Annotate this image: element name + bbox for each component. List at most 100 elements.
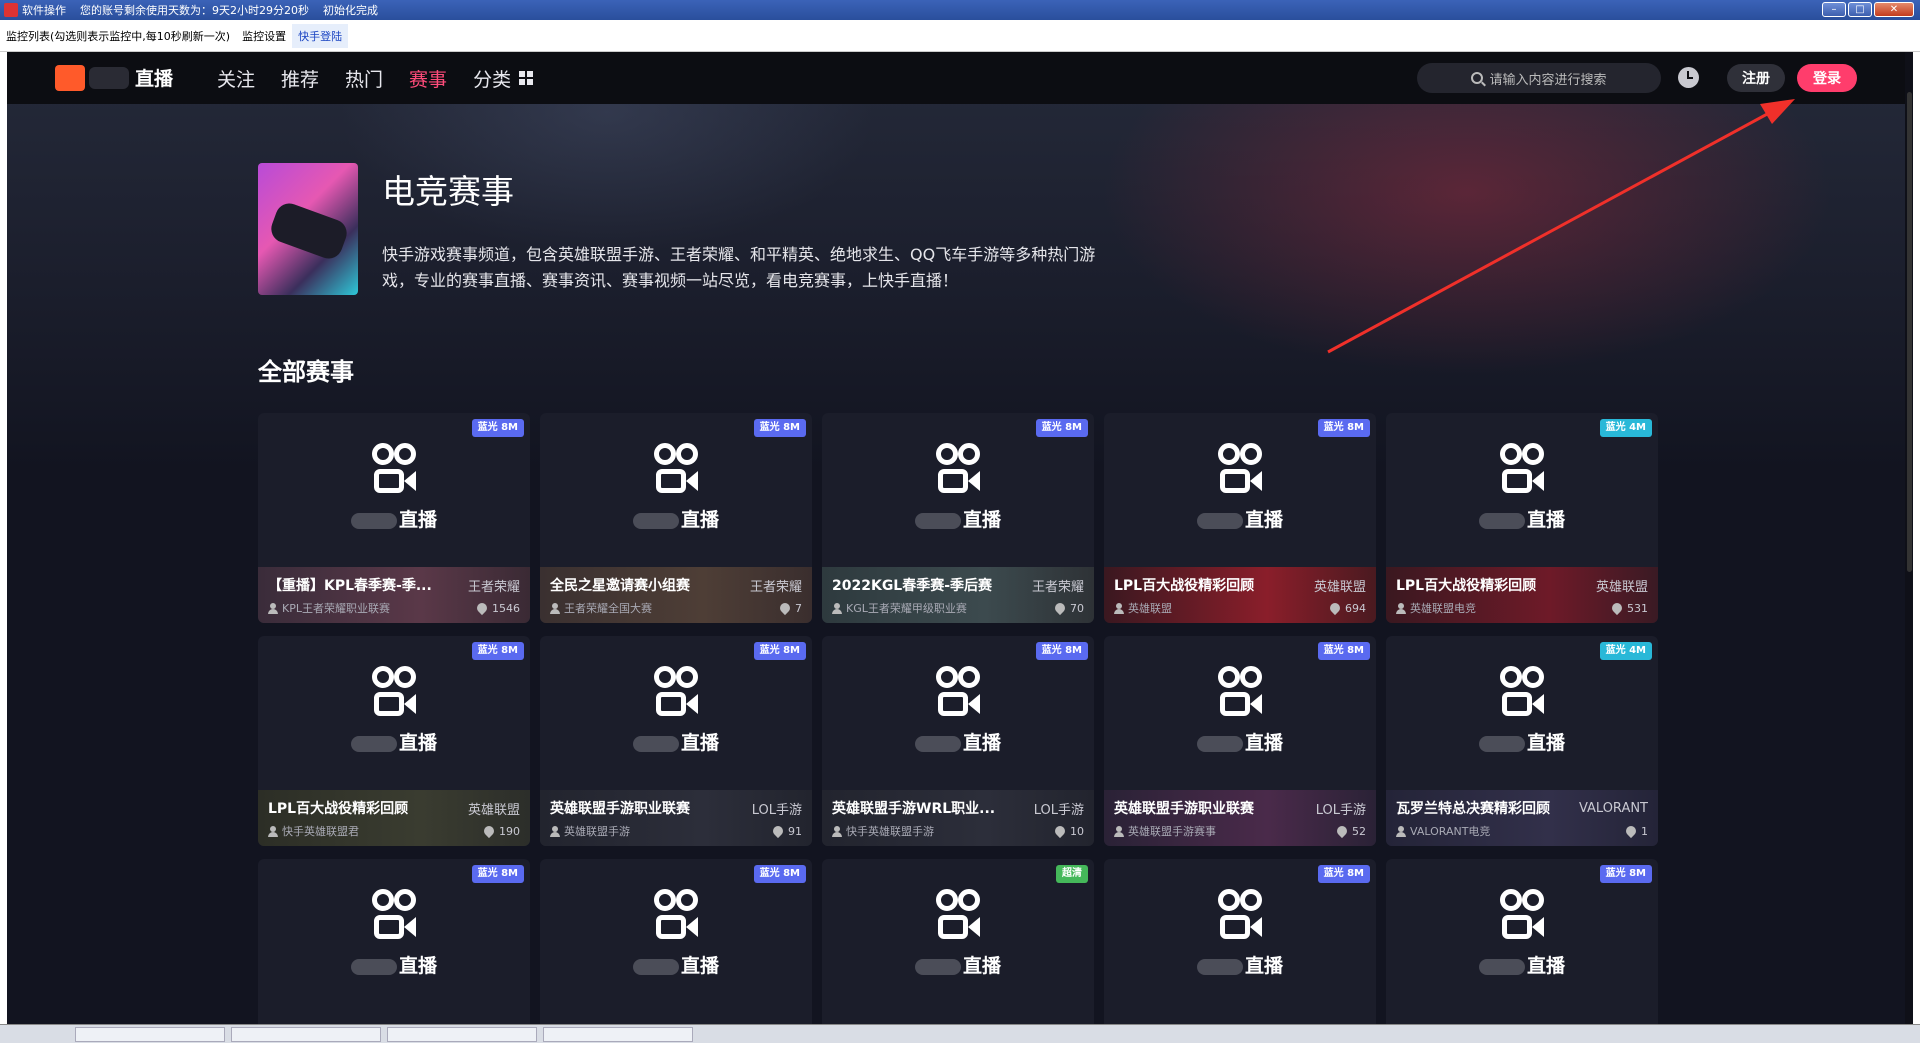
register-button[interactable]: 注册	[1727, 64, 1785, 92]
nav-recommend[interactable]: 推荐	[281, 65, 319, 92]
thumbnail-placeholder: 直播	[258, 889, 530, 989]
game-name[interactable]: 王者荣耀	[1032, 576, 1084, 595]
anchor-name[interactable]: 快手英雄联盟手游	[832, 823, 934, 839]
game-name[interactable]: LOL手游	[752, 799, 802, 818]
anchor-name[interactable]: 王者荣耀全国大赛	[550, 600, 652, 616]
nav-hot[interactable]: 热门	[345, 65, 383, 92]
camera-icon	[652, 443, 702, 495]
bottom-tab[interactable]	[387, 1027, 537, 1042]
thumbnail-placeholder: 直播	[1104, 889, 1376, 989]
scrollbar-thumb[interactable]	[1907, 92, 1912, 572]
anchor-name[interactable]: 快手英雄联盟君	[268, 823, 359, 839]
event-card[interactable]: 蓝光 8M 直播 LPL百大战役精彩回顾 英雄联盟 快手英雄联盟君 190	[258, 636, 530, 846]
anchor-name[interactable]: KGL王者荣耀甲级职业赛	[832, 600, 967, 616]
nav-category[interactable]: 分类	[473, 65, 534, 92]
placeholder-brand: 直播	[620, 728, 732, 755]
card-info: 全民之星邀请赛小组赛 王者荣耀 王者荣耀全国大赛 7	[540, 567, 812, 623]
event-title[interactable]: LPL百大战役精彩回顾	[1114, 575, 1254, 595]
vertical-scrollbar[interactable]	[1905, 52, 1913, 1024]
quality-badge: 蓝光 8M	[753, 642, 806, 660]
game-name[interactable]: VALORANT	[1579, 801, 1648, 816]
software-menu[interactable]: 软件操作	[22, 2, 66, 18]
game-name[interactable]: 英雄联盟	[1314, 576, 1366, 595]
quality-badge: 超清	[1056, 865, 1088, 883]
user-icon	[550, 602, 560, 614]
anchor-name[interactable]: 英雄联盟电竞	[1396, 600, 1476, 616]
heat-icon	[770, 823, 786, 839]
event-card[interactable]: 蓝光 8M 直播	[258, 859, 530, 1024]
maximize-icon[interactable]: □	[1848, 2, 1872, 17]
event-card[interactable]: 蓝光 8M 直播 全民之星邀请赛小组赛 王者荣耀 王者荣耀全国大赛 7	[540, 413, 812, 623]
event-card[interactable]: 蓝光 8M 直播 LPL百大战役精彩回顾 英雄联盟 英雄联盟 694	[1104, 413, 1376, 623]
camera-icon	[1498, 666, 1548, 718]
event-title[interactable]: LPL百大战役精彩回顾	[1396, 575, 1536, 595]
placeholder-brand: 直播	[620, 505, 732, 532]
event-title[interactable]: LPL百大战役精彩回顾	[268, 798, 408, 818]
brand-text: 直播	[1526, 732, 1565, 754]
event-card[interactable]: 超清 直播	[822, 859, 1094, 1024]
anchor-name[interactable]: 英雄联盟手游赛事	[1114, 823, 1216, 839]
game-name[interactable]: 英雄联盟	[468, 799, 520, 818]
page-title: 电竞赛事	[382, 172, 514, 211]
event-card[interactable]: 蓝光 8M 直播	[1386, 859, 1658, 1024]
brand-blur	[914, 512, 961, 529]
event-title[interactable]: 【重播】KPL春季赛-季...	[268, 575, 432, 595]
game-name[interactable]: 英雄联盟	[1596, 576, 1648, 595]
login-button[interactable]: 登录	[1797, 64, 1857, 92]
brand-blur	[1478, 512, 1525, 529]
event-title[interactable]: 2022KGL春季赛-季后赛	[832, 575, 992, 595]
nav-follow[interactable]: 关注	[217, 65, 255, 92]
event-title[interactable]: 英雄联盟手游职业联赛	[550, 798, 690, 818]
bottom-tab[interactable]	[231, 1027, 381, 1042]
event-card[interactable]: 蓝光 8M 直播 2022KGL春季赛-季后赛 王者荣耀 KGL王者荣耀甲级职业赛 70	[822, 413, 1094, 623]
anchor-name[interactable]: 英雄联盟	[1114, 600, 1172, 616]
event-title[interactable]: 全民之星邀请赛小组赛	[550, 575, 690, 595]
search-placeholder: 请输入内容进行搜索	[1489, 72, 1607, 88]
search-icon	[1471, 72, 1484, 84]
search-box[interactable]: 请输入内容进行搜索	[1417, 63, 1661, 93]
nav-events[interactable]: 赛事	[409, 65, 447, 92]
brand-text: 直播	[1526, 509, 1565, 531]
user-icon	[1396, 825, 1406, 837]
minimize-icon[interactable]: –	[1822, 2, 1846, 17]
user-icon	[832, 825, 842, 837]
view-count-text: 531	[1627, 601, 1648, 615]
history-clock-icon[interactable]	[1678, 67, 1699, 88]
event-card[interactable]: 蓝光 8M 直播	[540, 859, 812, 1024]
anchor-text: 王者荣耀全国大赛	[564, 602, 652, 615]
game-name[interactable]: 王者荣耀	[750, 576, 802, 595]
init-status: 初始化完成	[323, 4, 378, 17]
anchor-name[interactable]: VALORANT电竞	[1396, 823, 1490, 839]
logo-mark-icon	[55, 64, 85, 91]
close-icon[interactable]: ✕	[1874, 2, 1914, 17]
site-logo[interactable]: 直播	[55, 64, 173, 91]
event-title[interactable]: 英雄联盟手游职业联赛	[1114, 798, 1254, 818]
anchor-text: 英雄联盟手游赛事	[1128, 825, 1216, 838]
placeholder-brand: 直播	[620, 951, 732, 978]
event-title[interactable]: 瓦罗兰特总决赛精彩回顾	[1396, 798, 1550, 818]
anchor-name[interactable]: KPL王者荣耀职业联赛	[268, 600, 390, 616]
bottom-tab[interactable]	[75, 1027, 225, 1042]
brand-blur	[350, 735, 397, 752]
event-card[interactable]: 蓝光 8M 直播 【重播】KPL春季赛-季... 王者荣耀 KPL王者荣耀职业联赛 154…	[258, 413, 530, 623]
game-name[interactable]: LOL手游	[1316, 799, 1366, 818]
monitor-list-label[interactable]: 监控列表(勾选则表示监控中,每10秒刷新一次)	[0, 28, 236, 44]
view-count: 1546	[474, 600, 520, 616]
event-card[interactable]: 蓝光 4M 直播 瓦罗兰特总决赛精彩回顾 VALORANT VALORANT电竞 1	[1386, 636, 1658, 846]
event-card[interactable]: 蓝光 8M 直播 英雄联盟手游职业联赛 LOL手游 英雄联盟手游赛事 52	[1104, 636, 1376, 846]
monitor-settings-tab[interactable]: 监控设置	[236, 28, 292, 44]
event-title[interactable]: 英雄联盟手游WRL职业...	[832, 798, 995, 818]
brand-blur	[1478, 735, 1525, 752]
kuaishou-login-tab[interactable]: 快手登陆	[292, 23, 349, 48]
event-card[interactable]: 蓝光 8M 直播 英雄联盟手游WRL职业... LOL手游 快手英雄联盟手游 10	[822, 636, 1094, 846]
game-name[interactable]: LOL手游	[1034, 799, 1084, 818]
event-card[interactable]: 蓝光 4M 直播 LPL百大战役精彩回顾 英雄联盟 英雄联盟电竞 531	[1386, 413, 1658, 623]
anchor-name[interactable]: 英雄联盟手游	[550, 823, 630, 839]
event-card[interactable]: 蓝光 8M 直播	[1104, 859, 1376, 1024]
event-card[interactable]: 蓝光 8M 直播 英雄联盟手游职业联赛 LOL手游 英雄联盟手游 91	[540, 636, 812, 846]
user-icon	[1114, 825, 1124, 837]
game-name[interactable]: 王者荣耀	[468, 576, 520, 595]
camera-icon	[934, 889, 984, 941]
bottom-tab[interactable]	[543, 1027, 693, 1042]
user-icon	[1396, 602, 1406, 614]
